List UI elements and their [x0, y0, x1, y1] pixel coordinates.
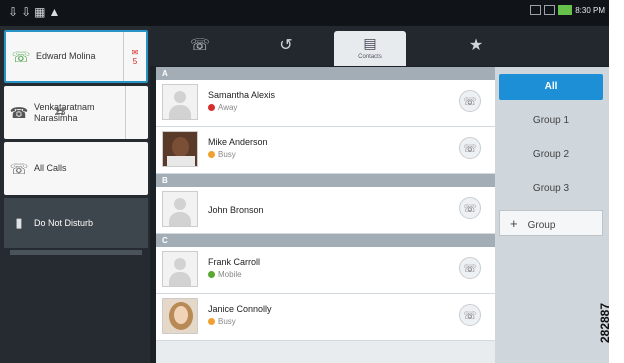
do-not-disturb-button[interactable]: ▮ Do Not Disturb: [4, 198, 148, 248]
signal-icon: [544, 5, 556, 15]
all-calls-icon: ☏: [9, 160, 29, 178]
avatar: [162, 251, 198, 287]
call-button[interactable]: ☏: [459, 197, 481, 219]
star-icon: ★: [468, 37, 484, 54]
contact-name: Janice Connolly: [208, 304, 272, 314]
figure-number: 282887: [598, 302, 613, 344]
section-header: C: [156, 234, 495, 247]
held-call-badge[interactable]: ⇆ 23: [54, 86, 148, 139]
held-call-count: 23: [54, 106, 66, 118]
all-calls-card[interactable]: ☏ All Calls: [4, 142, 148, 195]
call-button[interactable]: ☏: [459, 257, 481, 279]
status-bar: ⇩ ⇩ ▦ ▲ 8:30 PM: [0, 0, 609, 26]
status-label: Busy: [218, 150, 236, 159]
group-1[interactable]: Group 1: [499, 108, 603, 134]
group-2[interactable]: Group 2: [499, 142, 603, 168]
notification-icon: ▦: [34, 5, 46, 19]
dnd-icon: ▮: [15, 215, 23, 230]
status-right: 8:30 PM: [530, 5, 605, 15]
active-call-name: Edward Molina: [36, 51, 96, 61]
contact-name: Mike Anderson: [208, 137, 268, 147]
call-button[interactable]: ☏: [459, 137, 481, 159]
status-time: 8:30 PM: [575, 5, 605, 15]
contact-name: Samantha Alexis: [208, 90, 276, 100]
panel-divider: [10, 250, 142, 255]
contact-status: Mobile: [208, 270, 242, 279]
tab-favorites[interactable]: ★: [440, 28, 512, 64]
message-count: 5: [132, 56, 138, 66]
group-3[interactable]: Group 3: [499, 176, 603, 202]
tab-recent[interactable]: ↺: [250, 28, 322, 64]
dnd-label: Do Not Disturb: [34, 218, 94, 228]
contact-list[interactable]: A Samantha Alexis Away ☏ Mike Anderson Busy ☏ B…: [156, 67, 495, 363]
contact-status: Away: [208, 103, 237, 112]
contact-name: John Bronson: [208, 205, 264, 215]
tab-contacts-label: Contacts: [358, 54, 382, 60]
presence-icon: [208, 271, 215, 278]
notification-icon: ⇩: [8, 5, 19, 19]
status-left-icons: ⇩ ⇩ ▦ ▲: [8, 5, 60, 19]
wifi-icon: [530, 5, 542, 15]
contacts-icon: ▤: [363, 35, 377, 51]
add-group-button[interactable]: + Group: [499, 210, 603, 236]
contact-row[interactable]: Frank Carroll Mobile ☏: [156, 247, 495, 294]
status-label: Busy: [218, 317, 236, 326]
battery-icon: [558, 5, 573, 15]
status-label: Away: [218, 103, 238, 112]
active-call-icon: ☏: [11, 48, 31, 66]
section-header: A: [156, 67, 495, 80]
contact-status: Busy: [208, 317, 236, 326]
notification-icon: ⇩: [21, 5, 32, 19]
all-calls-label: All Calls: [34, 163, 67, 173]
contact-row[interactable]: Samantha Alexis Away ☏: [156, 80, 495, 127]
status-label: Mobile: [218, 270, 242, 279]
contact-name: Frank Carroll: [208, 257, 261, 267]
message-badge[interactable]: ✉ 5: [123, 32, 146, 81]
figure-id: 282887: [598, 290, 624, 360]
recent-icon: ↺: [279, 37, 293, 54]
tab-contacts[interactable]: ▤ Contacts: [334, 31, 406, 66]
phone-icon: ☏: [189, 37, 210, 54]
group-panel: All Group 1 Group 2 Group 3 + Group: [495, 67, 609, 363]
add-group-label: Group: [527, 220, 556, 231]
call-button[interactable]: ☏: [459, 304, 481, 326]
plus-icon: +: [510, 216, 518, 231]
call-panel: ☏ Edward Molina ✉ 5 ☎ Venkataratnam Nara…: [0, 26, 150, 363]
contact-row[interactable]: Janice Connolly Busy ☏: [156, 294, 495, 341]
contact-row[interactable]: John Bronson ☏: [156, 187, 495, 234]
presence-icon: [208, 151, 215, 158]
contact-status: Busy: [208, 150, 236, 159]
tab-phone[interactable]: ☏: [164, 28, 236, 64]
mail-icon: ✉: [131, 47, 139, 57]
call-button[interactable]: ☏: [459, 90, 481, 112]
device-screen: ⇩ ⇩ ▦ ▲ 8:30 PM ☏ Edward Molina ✉ 5 ☎ Ve…: [0, 0, 609, 363]
tab-bar: ☏ ↺ ▤ Contacts ★: [150, 26, 609, 66]
presence-icon: [208, 318, 215, 325]
active-call-card[interactable]: ☏ Edward Molina ✉ 5: [4, 30, 148, 83]
presence-icon: [208, 104, 215, 111]
group-all[interactable]: All: [499, 74, 603, 100]
avatar: [162, 298, 198, 334]
contact-row[interactable]: Mike Anderson Busy ☏: [156, 127, 495, 174]
warning-icon: ▲: [48, 5, 61, 19]
avatar: [162, 84, 198, 120]
avatar: [162, 131, 198, 167]
section-header: B: [156, 174, 495, 187]
held-call-card[interactable]: ☎ Venkataratnam Narasimha ⇆ 23: [4, 86, 148, 139]
avatar: [162, 191, 198, 227]
